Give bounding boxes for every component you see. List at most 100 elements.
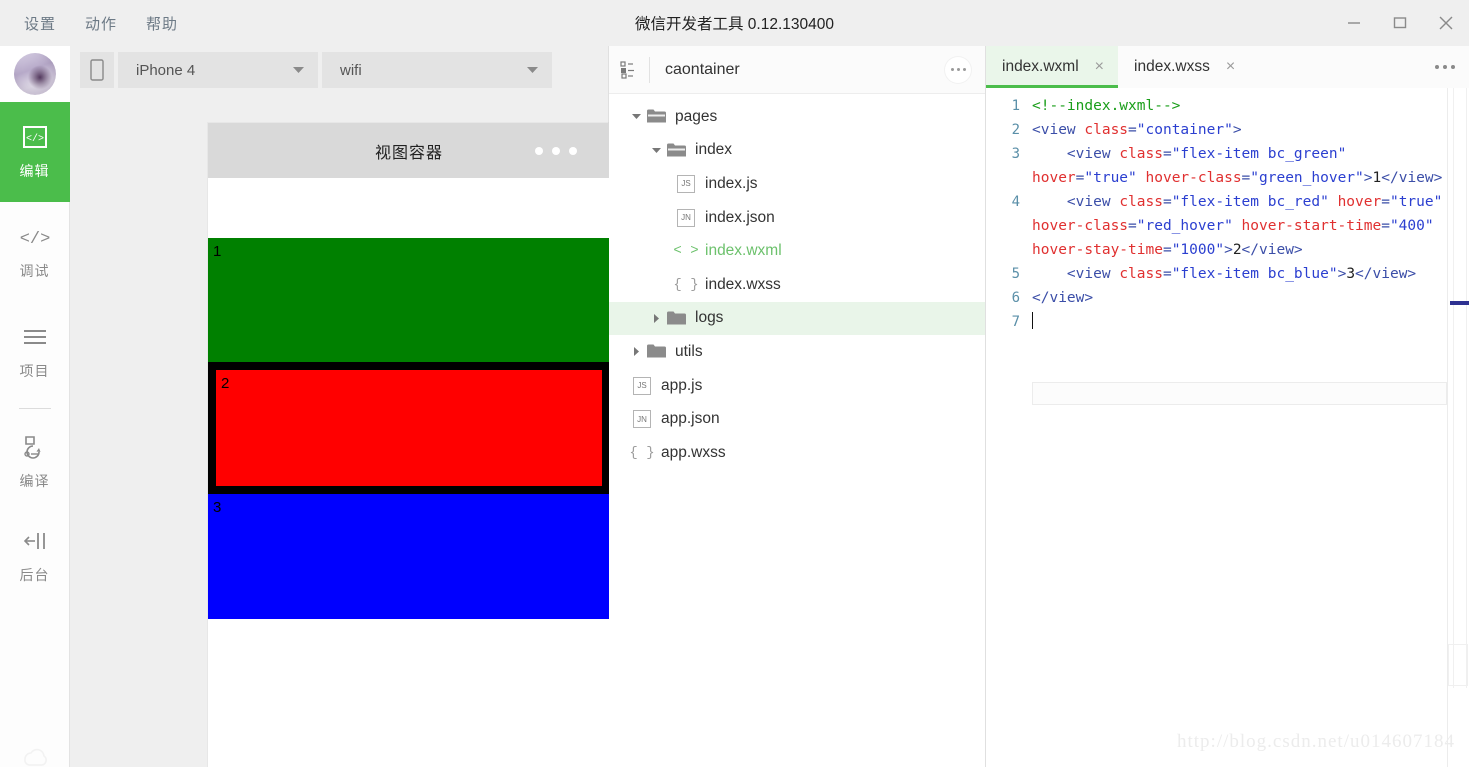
line-content: </view>: [1032, 290, 1094, 306]
line-content: <!--index.wxml-->: [1032, 98, 1181, 114]
tree-row-label: index.wxss: [705, 275, 781, 293]
sidebar-item-debug[interactable]: </> 调试: [0, 202, 70, 302]
tree-row-app-wxss[interactable]: { } app.wxss: [609, 436, 985, 470]
sidebar-item-compile[interactable]: 编译: [0, 415, 70, 509]
device-select-value: iPhone 4: [136, 61, 196, 79]
page-title: 视图容器: [374, 144, 443, 162]
tree-row-index-wxss[interactable]: { } index.wxss: [609, 268, 985, 302]
minimize-button[interactable]: [1331, 0, 1377, 46]
device-phone-icon-button[interactable]: [80, 52, 114, 88]
svg-text:</>: </>: [25, 133, 43, 145]
tree-row-app-js[interactable]: JS app.js: [609, 369, 985, 403]
tab-label: index.wxss: [1134, 58, 1210, 75]
menu-help[interactable]: 帮助: [144, 9, 180, 38]
line-content: <view class="container">: [1032, 122, 1242, 138]
tab-label: index.wxml: [1002, 58, 1079, 75]
code-box-icon: </>: [22, 124, 48, 150]
line-content: <view class="flex-item bc_red" hover="tr…: [1032, 194, 1443, 258]
code-line: 6 </view>: [986, 286, 1469, 310]
tree-row-label: index.json: [705, 208, 775, 226]
close-icon[interactable]: ×: [1095, 59, 1104, 75]
folder-open-icon: [643, 109, 669, 124]
minimize-icon: [1348, 22, 1360, 24]
wxml-file-icon: < >: [673, 243, 699, 260]
file-tree-panel: caontainer pages index JS index.js JN in…: [609, 46, 986, 767]
code-line: 2 <view class="container">: [986, 118, 1469, 142]
left-sidebar: </> 编辑 </> 调试 项目 编译 后台: [0, 46, 70, 767]
line-number: 4: [1011, 194, 1020, 210]
simulator-panel: iPhone 4 wifi 视图容器 1 2 3: [70, 46, 610, 767]
code-lines: 1 <!--index.wxml--> 2 <view class="contain…: [986, 88, 1469, 334]
network-select-value: wifi: [340, 61, 362, 79]
sidebar-item-label: 项目: [19, 362, 50, 379]
more-options-button[interactable]: [945, 56, 971, 83]
line-number: 1: [1011, 98, 1020, 114]
sidebar-item-background[interactable]: 后台: [0, 509, 70, 603]
compile-refresh-icon: [20, 434, 50, 460]
phone-preview: 视图容器 1 2 3: [208, 123, 610, 767]
title-bar: 设置 动作 帮助 微信开发者工具 0.12.130400: [0, 0, 1469, 46]
folder-open-icon: [663, 143, 689, 158]
tab-index-wxss[interactable]: index.wxss ×: [1118, 46, 1249, 88]
tree-row-index-wxml[interactable]: < > index.wxml: [609, 234, 985, 268]
window-controls: [1331, 0, 1469, 46]
tree-row-utils[interactable]: utils: [609, 335, 985, 369]
flex-item-red[interactable]: 2: [208, 362, 610, 494]
chevron-right-icon[interactable]: [649, 313, 663, 323]
folder-icon: [663, 311, 689, 326]
background-toggle-icon: [20, 528, 50, 554]
code-line: 1 <!--index.wxml-->: [986, 94, 1469, 118]
sidebar-item-edit[interactable]: </> 编辑: [0, 102, 70, 202]
tree-row-pages[interactable]: pages: [609, 100, 985, 134]
menu-settings[interactable]: 设置: [22, 9, 58, 38]
project-name: caontainer: [665, 60, 740, 78]
tree-row-label: index.js: [705, 174, 758, 192]
sidebar-item-label: 后台: [19, 566, 50, 583]
line-content: <view class="flex-item bc_green" hover="…: [1032, 146, 1443, 186]
sidebar-item-project[interactable]: 项目: [0, 302, 70, 402]
chevron-down-icon[interactable]: [629, 113, 643, 120]
tree-row-label: logs: [695, 309, 724, 327]
wxss-file-icon: { }: [673, 276, 699, 293]
device-select[interactable]: iPhone 4: [118, 52, 318, 88]
tree-row-index-js[interactable]: JS index.js: [609, 167, 985, 201]
code-editor[interactable]: 1 <!--index.wxml--> 2 <view class="contain…: [986, 88, 1469, 767]
json-file-icon: JN: [629, 410, 655, 429]
chevron-down-icon[interactable]: [649, 147, 663, 154]
network-select[interactable]: wifi: [322, 52, 552, 88]
phone-navbar: 视图容器: [208, 123, 610, 178]
json-file-icon: JN: [673, 208, 699, 227]
editor-more-button[interactable]: [1435, 65, 1455, 69]
sidebar-item-label: 编译: [19, 472, 50, 489]
phone-body: 1 2 3: [208, 178, 610, 767]
chevron-right-icon[interactable]: [629, 347, 643, 357]
editor-tabbar: index.wxml × index.wxss ×: [986, 46, 1469, 88]
code-line: 3 <view class="flex-item bc_green" hover…: [986, 142, 1469, 190]
menu-actions[interactable]: 动作: [83, 9, 119, 38]
scrollbar-thumb[interactable]: [1448, 644, 1468, 686]
tree-row-app-json[interactable]: JN app.json: [609, 402, 985, 436]
tree-row-logs[interactable]: logs: [609, 301, 985, 336]
app-window: 设置 动作 帮助 微信开发者工具 0.12.130400 </> 编辑 </> …: [0, 0, 1469, 767]
editor-panel: index.wxml × index.wxss × 1 <!--index.wxm…: [986, 46, 1469, 767]
line-number: 3: [1011, 146, 1020, 162]
flex-item-blue[interactable]: 3: [208, 494, 610, 619]
sidebar-item-label: 调试: [19, 262, 50, 279]
tree-row-label: index.wxml: [705, 242, 782, 260]
angle-brackets-icon: </>: [20, 224, 50, 250]
flex-item-green[interactable]: 1: [208, 238, 610, 362]
wxss-file-icon: { }: [629, 444, 655, 461]
close-icon[interactable]: ×: [1226, 59, 1235, 75]
tree-row-index-folder[interactable]: index: [609, 134, 985, 168]
project-tree-icon: [609, 60, 649, 80]
tab-index-wxml[interactable]: index.wxml ×: [986, 46, 1119, 88]
avatar-container[interactable]: [0, 46, 70, 102]
tree-row-index-json[interactable]: JN index.json: [609, 201, 985, 235]
maximize-button[interactable]: [1377, 0, 1423, 46]
sidebar-divider: [18, 408, 51, 409]
close-button[interactable]: [1423, 0, 1469, 46]
editor-scrollbar[interactable]: [1447, 88, 1469, 767]
three-dots-indicator: [535, 146, 577, 155]
folder-icon: [643, 344, 669, 359]
sidebar-item-extra[interactable]: [0, 741, 70, 767]
